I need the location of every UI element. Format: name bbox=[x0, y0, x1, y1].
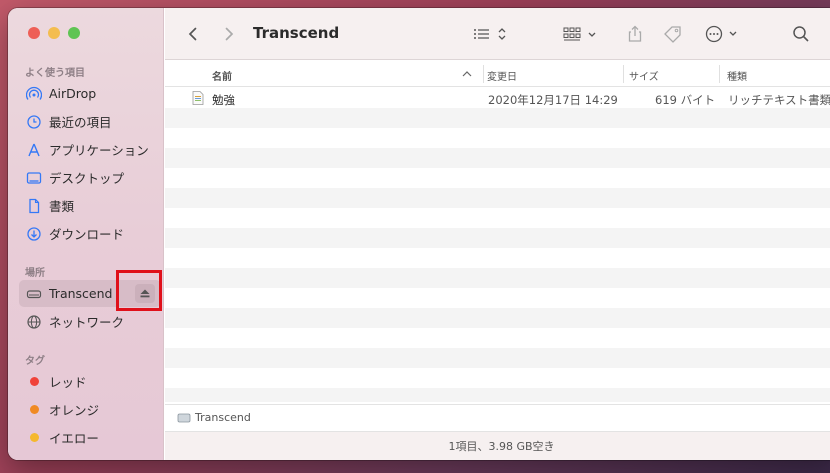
sidebar-item-label: デスクトップ bbox=[49, 171, 125, 186]
sidebar-item-tag-red[interactable]: レッド bbox=[19, 368, 161, 395]
sidebar-item-applications[interactable]: アプリケーション bbox=[19, 136, 161, 163]
file-kind: リッチテキスト書類 bbox=[728, 93, 830, 107]
tag-icon bbox=[664, 26, 681, 43]
tag-button[interactable] bbox=[663, 22, 683, 46]
favorites-section-title: よく使う項目 bbox=[25, 68, 85, 79]
toolbar: Transcend bbox=[165, 8, 830, 60]
document-icon bbox=[25, 197, 43, 215]
search-button[interactable] bbox=[792, 22, 810, 46]
finder-window: よく使う項目 AirDrop 最近の項目 アプリケーション デスクトップ 書類 … bbox=[8, 8, 830, 460]
sidebar-item-airdrop[interactable]: AirDrop bbox=[19, 80, 161, 107]
ellipsis-circle-icon bbox=[705, 25, 737, 43]
sidebar-item-desktop[interactable]: デスクトップ bbox=[19, 164, 161, 191]
sidebar-item-label: Transcend bbox=[49, 286, 113, 301]
sidebar-item-label: ダウンロード bbox=[49, 227, 125, 242]
main-content: Transcend 名前 変更日 サイズ 種類 勉強 2020年12月17日 1… bbox=[165, 8, 830, 460]
status-bar: 1項目、3.98 GB空き bbox=[165, 431, 830, 460]
path-bar: Transcend bbox=[165, 404, 830, 430]
file-date: 2020年12月17日 14:29 bbox=[488, 93, 618, 107]
sidebar-item-downloads[interactable]: ダウンロード bbox=[19, 220, 161, 247]
back-button[interactable] bbox=[187, 22, 199, 46]
sidebar-item-label: オレンジ bbox=[49, 403, 100, 418]
desktop-icon bbox=[25, 169, 43, 187]
path-bar-item[interactable]: Transcend bbox=[195, 411, 251, 424]
sidebar-item-label: 書類 bbox=[49, 199, 75, 214]
tags-section-title: タグ bbox=[25, 356, 45, 367]
column-size[interactable]: サイズ bbox=[629, 68, 659, 83]
external-drive-icon bbox=[25, 285, 43, 303]
chevron-right-icon bbox=[225, 27, 234, 41]
sort-ascending-icon bbox=[462, 71, 472, 77]
sidebar-item-documents[interactable]: 書類 bbox=[19, 192, 161, 219]
window-title: Transcend bbox=[253, 24, 340, 42]
column-header: 名前 変更日 サイズ 種類 bbox=[165, 61, 830, 87]
sidebar-item-tag-orange[interactable]: オレンジ bbox=[19, 396, 161, 423]
forward-button[interactable] bbox=[223, 22, 235, 46]
globe-icon bbox=[25, 313, 43, 331]
download-icon bbox=[25, 225, 43, 243]
eject-highlight-box bbox=[116, 270, 162, 311]
sidebar-item-label: 最近の項目 bbox=[49, 115, 112, 130]
view-mode-button[interactable] bbox=[473, 22, 509, 46]
action-menu-button[interactable] bbox=[705, 22, 741, 46]
sidebar-item-label: イエロー bbox=[49, 431, 99, 446]
sidebar-item-label: アプリケーション bbox=[49, 143, 149, 158]
file-list: 勉強 2020年12月17日 14:29 619 バイト リッチテキスト書類 bbox=[165, 88, 830, 402]
close-button[interactable] bbox=[28, 27, 40, 39]
applications-icon bbox=[25, 141, 43, 159]
sidebar-item-tag-yellow[interactable]: イエロー bbox=[19, 424, 161, 451]
grid-group-icon bbox=[563, 27, 596, 41]
window-controls bbox=[28, 27, 80, 39]
airdrop-icon bbox=[25, 85, 43, 103]
share-icon bbox=[628, 25, 642, 42]
zoom-button[interactable] bbox=[68, 27, 80, 39]
sidebar-item-label: AirDrop bbox=[49, 86, 97, 101]
sidebar-item-label: レッド bbox=[49, 375, 87, 390]
locations-section-title: 場所 bbox=[25, 268, 45, 279]
minimize-button[interactable] bbox=[48, 27, 60, 39]
file-name: 勉強 bbox=[212, 93, 235, 107]
table-row[interactable]: 勉強 2020年12月17日 14:29 619 バイト リッチテキスト書類 bbox=[165, 88, 830, 108]
group-button[interactable] bbox=[563, 22, 599, 46]
tag-yellow-icon bbox=[25, 429, 43, 447]
column-name[interactable]: 名前 bbox=[212, 68, 232, 83]
drive-icon bbox=[177, 413, 191, 422]
sidebar-item-network[interactable]: ネットワーク bbox=[19, 308, 161, 335]
tag-red-icon bbox=[25, 373, 43, 391]
tag-orange-icon bbox=[25, 401, 43, 419]
rtf-file-icon bbox=[192, 91, 204, 105]
clock-icon bbox=[25, 113, 43, 131]
list-view-icon bbox=[474, 28, 506, 40]
column-kind[interactable]: 種類 bbox=[727, 68, 747, 83]
sidebar: よく使う項目 AirDrop 最近の項目 アプリケーション デスクトップ 書類 … bbox=[8, 8, 164, 460]
sidebar-item-label: ネットワーク bbox=[49, 315, 125, 330]
file-size: 619 バイト bbox=[655, 93, 716, 107]
share-button[interactable] bbox=[627, 22, 643, 46]
sidebar-item-recents[interactable]: 最近の項目 bbox=[19, 108, 161, 135]
status-text: 1項目、3.98 GB空き bbox=[448, 440, 555, 453]
column-date[interactable]: 変更日 bbox=[487, 68, 517, 83]
search-icon bbox=[793, 26, 809, 42]
chevron-left-icon bbox=[188, 27, 197, 41]
